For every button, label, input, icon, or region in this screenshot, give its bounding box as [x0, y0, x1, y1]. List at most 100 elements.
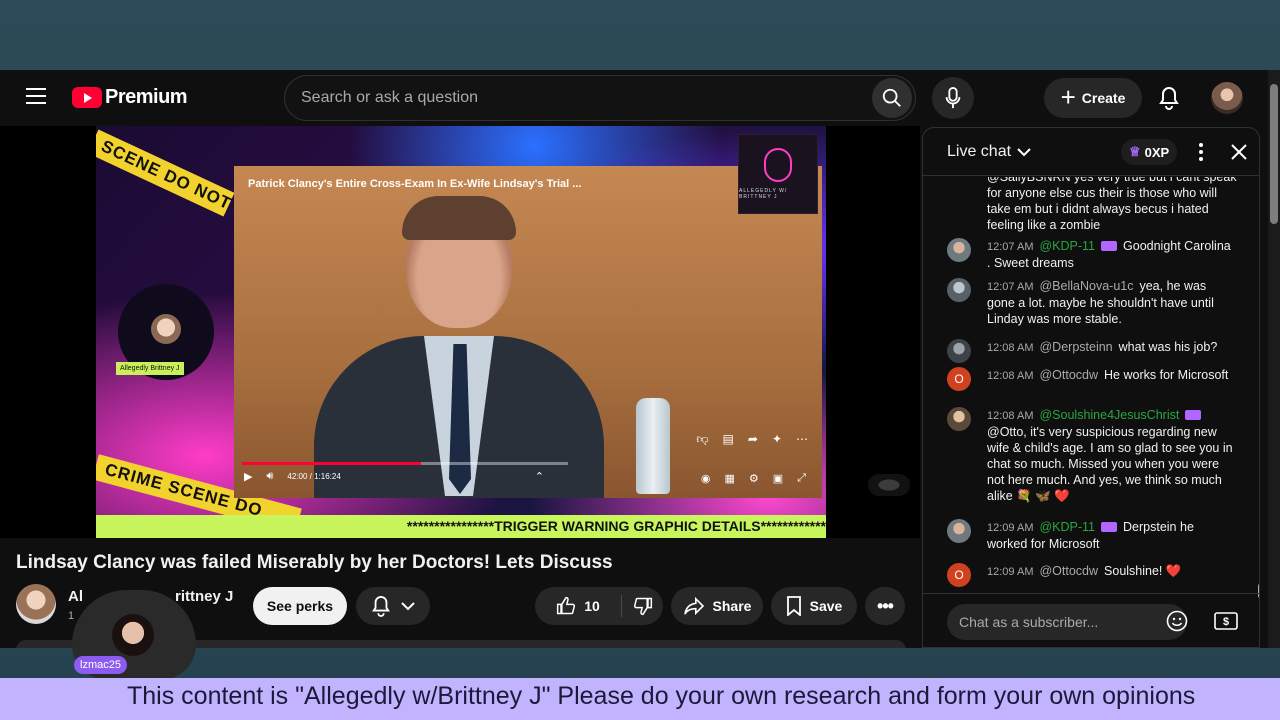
embedded-action-icons: 👎︎ ▤ ➦ ✦ ⋯	[696, 432, 808, 447]
message-author[interactable]: @Derpsteinn	[1039, 340, 1112, 354]
notifications-button[interactable]	[1156, 84, 1182, 112]
xp-badge[interactable]: ♕︎ 0XP	[1121, 139, 1178, 165]
channel-name-left: Al	[68, 588, 83, 605]
like-count: 10	[584, 598, 600, 614]
message-time: 12:09 AM	[987, 522, 1034, 534]
message-text: Soulshine! ❤️	[1104, 564, 1182, 578]
channel-subscriber-count: 1	[68, 610, 75, 622]
chat-avatar[interactable]	[947, 407, 971, 431]
chat-message: O 12:09 AM @Ottocdw Soulshine! ❤️	[947, 563, 1237, 587]
message-author[interactable]: @BellaNova-u1c	[1039, 279, 1133, 293]
message-author[interactable]: @Soulshine4JesusChrist	[1039, 408, 1179, 422]
save-label: Save	[809, 598, 843, 614]
super-chat-button[interactable]: $	[1213, 609, 1239, 633]
crown-icon: ♕︎	[1129, 144, 1141, 159]
share-button[interactable]: Share	[671, 587, 763, 625]
like-button[interactable]: 10	[535, 587, 621, 625]
channel-avatar[interactable]	[16, 584, 56, 624]
guest-face	[112, 614, 154, 656]
member-badge-icon	[1101, 241, 1118, 251]
message-time: 12:08 AM	[987, 410, 1034, 422]
chat-avatar[interactable]	[947, 519, 971, 543]
like-dislike-group: 10	[535, 587, 663, 625]
message-time: 12:08 AM	[987, 370, 1034, 382]
more-icon: ⋯	[796, 432, 808, 446]
chat-message: @SallyBSNRN yes very true but i cant spe…	[947, 177, 1237, 233]
chat-message: 12:08 AM @Derpsteinn what was his job?	[947, 339, 1237, 363]
member-badge-icon	[1185, 410, 1202, 420]
podcast-logo: ALLEGEDLY W/ BRITTNEY J	[738, 134, 818, 214]
account-avatar[interactable]	[1211, 82, 1243, 114]
youtube-play-icon	[72, 87, 102, 108]
video-player[interactable]: SCENE DO NOT CROSS CRIME SCENE DO Allege…	[0, 126, 920, 538]
chat-message-list[interactable]: @SallyBSNRN yes very true but i cant spe…	[923, 177, 1259, 593]
search-icon	[882, 88, 901, 107]
page-scrollbar-thumb[interactable]	[1270, 84, 1278, 224]
podcast-logo-text: ALLEGEDLY W/ BRITTNEY J	[739, 188, 788, 200]
chat-avatar[interactable]: O	[947, 563, 971, 587]
search-button[interactable]	[872, 78, 912, 118]
chat-message: 12:08 AM @Soulshine4JesusChrist @Otto, it'…	[947, 407, 1237, 504]
search-input[interactable]: Search or ask a question	[301, 76, 861, 120]
water-bottle	[636, 398, 670, 494]
message-time: 12:09 AM	[987, 566, 1034, 578]
close-chat-button[interactable]	[1227, 140, 1251, 164]
live-chat-header: Live chat ♕︎ 0XP	[923, 128, 1259, 176]
host-name-tag: Allegedly Brittney J	[116, 362, 184, 375]
page-scrollbar[interactable]	[1268, 70, 1280, 648]
scrolling-disclaimer-banner: This content is "Allegedly w/Brittney J"…	[0, 678, 1280, 720]
sparkle-icon: ✦	[771, 432, 782, 446]
message-author[interactable]: @KDP-11	[1039, 520, 1095, 534]
xp-value: 0XP	[1144, 144, 1170, 160]
hamburger-menu-icon[interactable]	[26, 88, 46, 106]
captions-icon: ▦	[724, 473, 735, 485]
svg-text:$: $	[1223, 616, 1229, 628]
dislike-icon: 👎︎	[696, 432, 709, 446]
dollar-card-icon: $	[1214, 612, 1238, 630]
chevron-up-icon: ⌃	[534, 471, 545, 483]
microphone-icon	[945, 87, 961, 109]
thumbs-down-icon	[633, 597, 652, 616]
more-actions-button[interactable]: •••	[865, 587, 905, 625]
create-button[interactable]: + Create	[1044, 78, 1142, 118]
message-author[interactable]: @Ottocdw	[1039, 368, 1098, 382]
chat-avatar[interactable]	[947, 278, 971, 302]
live-chat-mode-selector[interactable]: Live chat	[947, 143, 1031, 161]
chat-options-button[interactable]	[1191, 140, 1211, 164]
youtube-premium-logo[interactable]: Premium	[72, 86, 188, 109]
close-icon	[1231, 144, 1247, 160]
autoplay-toggle-icon: ◉	[700, 473, 711, 485]
play-icon: ▶	[244, 471, 253, 483]
embedded-controls: ▶ 🔊︎ 42:00 / 1:16:24 ⌃	[244, 470, 544, 483]
message-time: 12:07 AM	[987, 241, 1034, 253]
chat-message: 12:07 AM @KDP-11 Goodnight Carolina . Swee…	[947, 238, 1237, 271]
plus-icon: +	[1060, 82, 1076, 112]
trigger-warning-banner: ****************TRIGGER WARNING GRAPHIC …	[96, 515, 826, 538]
disclaimer-text: This content is "Allegedly w/Brittney J"…	[127, 682, 1196, 710]
crime-tape-top: SCENE DO NOT CROSS	[96, 129, 299, 244]
search-bar[interactable]: Search or ask a question	[284, 75, 916, 121]
chevron-down-icon	[401, 602, 415, 611]
message-author[interactable]: @KDP-11	[1039, 239, 1095, 253]
save-button[interactable]: Save	[771, 587, 857, 625]
message-text: @Otto, it's very suspicious regarding ne…	[987, 425, 1233, 503]
chat-avatar[interactable]: O	[947, 367, 971, 391]
dislike-button[interactable]	[622, 587, 663, 625]
subscription-notifications-button[interactable]	[356, 587, 430, 625]
emoji-button[interactable]	[1165, 609, 1189, 633]
witness-figure	[314, 196, 604, 498]
chat-avatar[interactable]	[947, 339, 971, 363]
share-arrow-icon	[683, 597, 704, 615]
top-navigation: Premium Search or ask a question + Creat…	[0, 70, 1280, 126]
chat-avatar[interactable]	[947, 238, 971, 262]
volume-icon: 🔊︎	[266, 470, 274, 482]
kebab-menu-icon	[1199, 143, 1203, 161]
chat-message: 12:09 AM @KDP-11 Derpstein he worked for M…	[947, 519, 1237, 552]
live-chat-panel: Live chat ♕︎ 0XP @SallyBSNRN yes very tr…	[922, 127, 1260, 648]
chat-message-input[interactable]: Chat as a subscriber...	[947, 604, 1187, 640]
message-author[interactable]: @Ottocdw	[1039, 564, 1098, 578]
see-perks-button[interactable]: See perks	[253, 587, 347, 625]
voice-search-button[interactable]	[932, 77, 974, 119]
host-face	[151, 314, 181, 344]
share-icon: ➦	[747, 432, 758, 446]
